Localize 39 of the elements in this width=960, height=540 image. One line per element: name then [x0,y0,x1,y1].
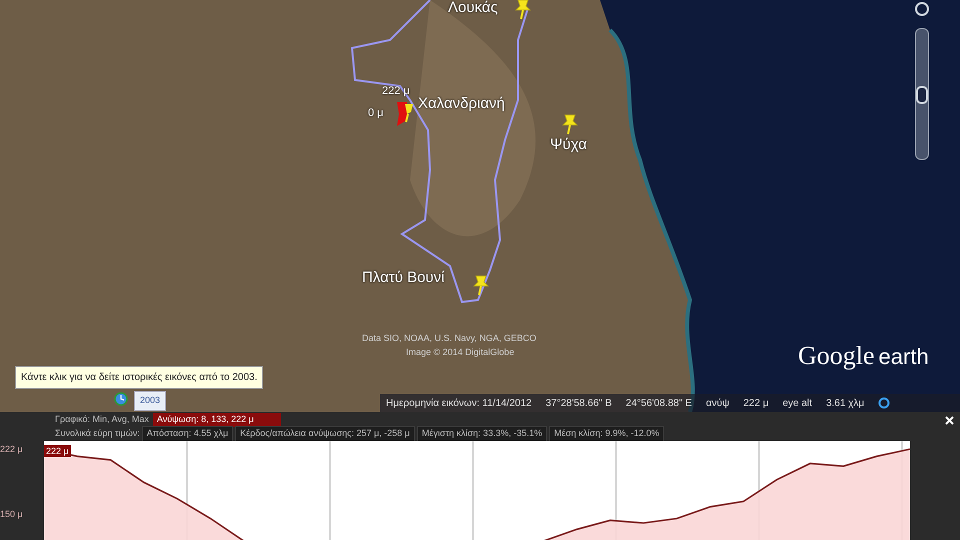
imagery-date: Ημερομηνία εικόνων: 11/14/2012 [386,396,532,410]
longitude: 24°56'08.88" Ε [626,396,692,410]
history-year-button[interactable]: 2003 [134,391,166,410]
logo-product: earth [878,346,929,368]
zoom-slider-track[interactable] [915,28,929,160]
path-elevation-label: 0 μ [368,108,384,119]
streaming-status-icon [878,397,890,409]
history-tooltip: Κάντε κλικ για να δείτε ιστορικές εικόνες από το 2003. [15,366,264,389]
ranges-label: Συνολικά εύρη τιμών: [55,427,140,440]
eye-alt-value: 3.61 χλμ [826,396,864,410]
elevation-label: ανύψ [706,396,730,410]
placemark-label[interactable]: Χαλανδριανή [418,96,505,111]
range-value: Μέγιστη κλίση: 33.3%, -35.1% [416,426,548,442]
pushpin-icon[interactable] [514,0,532,20]
path-elevation-label: 222 μ [382,86,410,97]
cursor-elevation-label: 222 μ [44,445,71,457]
graph-label: Γραφικό: Min, Avg, Max [55,413,149,426]
y-axis-label: 150 μ [0,508,23,521]
pushpin-icon[interactable] [472,274,490,296]
pushpin-icon[interactable] [561,113,579,135]
eye-alt-label: eye alt [782,396,812,410]
latitude: 37°28'58.66" Β [546,396,612,410]
range-value: Μέση κλίση: 9.9%, -12.0% [549,426,664,442]
placemark-label[interactable]: Ψύχα [550,137,587,152]
satellite-map-drawing[interactable] [0,0,960,412]
imagery-attribution: Data SIO, NOAA, U.S. Navy, NGA, GEBCO [362,334,536,343]
range-value: Κέρδος/απώλεια ανύψωσης: 257 μ, -258 μ [235,426,415,442]
imagery-attribution: Image © 2014 DigitalGlobe [406,348,514,357]
clock-icon[interactable] [114,392,128,406]
y-axis-label: 222 μ [0,443,23,456]
elevation-value: 222 μ [743,396,769,410]
close-icon[interactable] [945,416,954,424]
graph-elevation-value: Ανύψωση: 8, 133, 222 μ [152,413,281,427]
placemark-label[interactable]: Λουκάς [448,0,498,15]
logo-brand: Google [798,343,875,369]
range-value: Απόσταση: 4.55 χλμ [142,426,234,442]
zoom-slider-thumb[interactable] [916,86,928,104]
look-ring-icon[interactable] [914,1,930,17]
placemark-label[interactable]: Πλατύ Βουνί [362,270,444,285]
